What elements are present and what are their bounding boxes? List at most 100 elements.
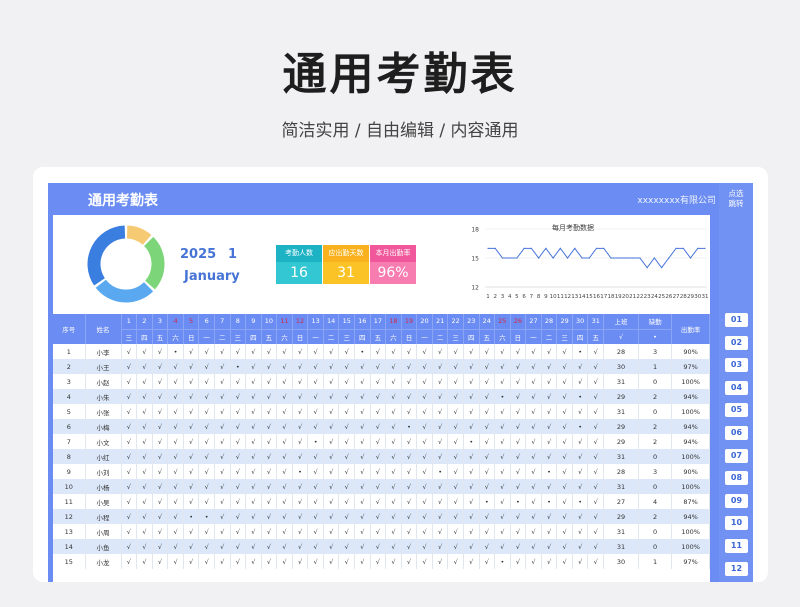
cell-attendance-mark[interactable]: √ (167, 524, 184, 539)
cell-attendance-mark[interactable]: √ (121, 359, 138, 374)
cell-attendance-mark[interactable]: √ (152, 404, 169, 419)
cell-attendance-mark[interactable]: √ (152, 509, 169, 524)
cell-attendance-mark[interactable]: √ (276, 389, 293, 404)
cell-attendance-mark[interactable]: √ (214, 344, 231, 359)
cell-attendance-mark[interactable]: √ (510, 404, 527, 419)
cell-attendance-mark[interactable]: √ (167, 509, 184, 524)
jump-button-01[interactable]: 01 (725, 313, 748, 327)
cell-attendance-mark[interactable]: √ (198, 374, 215, 389)
cell-attendance-mark[interactable]: √ (354, 404, 371, 419)
cell-attendance-mark[interactable]: √ (479, 389, 496, 404)
cell-attendance-mark[interactable]: √ (198, 494, 215, 509)
cell-attendance-mark[interactable]: √ (323, 449, 340, 464)
cell-attendance-mark[interactable]: √ (572, 404, 589, 419)
cell-attendance-mark[interactable]: √ (307, 464, 324, 479)
cell-attendance-mark[interactable]: √ (401, 464, 418, 479)
cell-attendance-mark[interactable]: √ (432, 554, 449, 569)
cell-attendance-mark[interactable]: √ (307, 509, 324, 524)
cell-attendance-mark[interactable]: √ (307, 494, 324, 509)
cell-attendance-mark[interactable]: √ (167, 434, 184, 449)
cell-attendance-mark[interactable]: √ (136, 509, 153, 524)
cell-attendance-mark[interactable]: √ (416, 509, 433, 524)
cell-attendance-mark[interactable]: √ (447, 344, 464, 359)
cell-attendance-mark[interactable]: √ (167, 479, 184, 494)
cell-attendance-mark[interactable]: √ (323, 539, 340, 554)
cell-attendance-mark[interactable]: √ (292, 494, 309, 509)
cell-attendance-mark[interactable]: √ (432, 419, 449, 434)
cell-attendance-mark[interactable]: √ (385, 389, 402, 404)
cell-attendance-mark[interactable]: √ (183, 344, 200, 359)
cell-attendance-mark[interactable]: √ (385, 404, 402, 419)
cell-attendance-mark[interactable]: √ (152, 494, 169, 509)
cell-attendance-mark[interactable]: √ (370, 524, 387, 539)
cell-attendance-mark[interactable]: √ (338, 404, 356, 419)
cell-attendance-mark[interactable]: √ (401, 539, 418, 554)
cell-name[interactable]: 小李 (85, 344, 122, 359)
cell-attendance-mark[interactable]: √ (261, 449, 278, 464)
cell-attendance-mark[interactable]: √ (307, 344, 324, 359)
cell-attendance-mark[interactable]: √ (245, 464, 262, 479)
cell-attendance-mark[interactable]: • (167, 344, 184, 359)
cell-attendance-mark[interactable]: √ (494, 449, 511, 464)
cell-attendance-mark[interactable]: √ (541, 389, 558, 404)
cell-attendance-mark[interactable]: √ (338, 449, 356, 464)
cell-attendance-mark[interactable]: √ (292, 449, 309, 464)
cell-attendance-mark[interactable]: √ (463, 389, 480, 404)
cell-attendance-mark[interactable]: √ (587, 344, 605, 359)
jump-button-07[interactable]: 07 (725, 448, 748, 463)
cell-attendance-mark[interactable]: √ (230, 419, 247, 434)
cell-attendance-mark[interactable]: √ (416, 419, 433, 434)
cell-attendance-mark[interactable]: √ (525, 524, 542, 539)
cell-attendance-mark[interactable]: √ (307, 404, 324, 419)
cell-attendance-mark[interactable]: √ (261, 539, 278, 554)
cell-name[interactable]: 小朱 (85, 389, 122, 404)
cell-attendance-mark[interactable]: √ (510, 359, 527, 374)
cell-attendance-mark[interactable]: √ (338, 389, 356, 404)
cell-attendance-mark[interactable]: √ (479, 359, 496, 374)
cell-attendance-mark[interactable]: √ (152, 539, 169, 554)
cell-attendance-mark[interactable]: √ (479, 509, 496, 524)
cell-attendance-mark[interactable]: √ (541, 449, 558, 464)
cell-attendance-mark[interactable]: √ (323, 434, 340, 449)
cell-attendance-mark[interactable]: √ (276, 359, 293, 374)
cell-attendance-mark[interactable]: √ (307, 554, 324, 569)
cell-attendance-mark[interactable]: √ (385, 344, 402, 359)
cell-attendance-mark[interactable]: √ (198, 554, 215, 569)
cell-attendance-mark[interactable]: √ (494, 344, 511, 359)
cell-attendance-mark[interactable]: √ (385, 374, 402, 389)
cell-attendance-mark[interactable]: √ (416, 479, 433, 494)
cell-attendance-mark[interactable]: √ (323, 524, 340, 539)
cell-attendance-mark[interactable]: √ (416, 539, 433, 554)
cell-attendance-mark[interactable]: √ (572, 554, 589, 569)
cell-attendance-mark[interactable]: √ (463, 419, 480, 434)
cell-attendance-mark[interactable]: • (510, 494, 527, 509)
cell-attendance-mark[interactable]: √ (370, 464, 387, 479)
cell-attendance-mark[interactable]: √ (121, 539, 138, 554)
cell-name[interactable]: 小文 (85, 434, 122, 449)
cell-attendance-mark[interactable]: √ (245, 389, 262, 404)
cell-attendance-mark[interactable]: √ (432, 344, 449, 359)
cell-attendance-mark[interactable]: √ (510, 479, 527, 494)
cell-attendance-mark[interactable]: √ (587, 449, 605, 464)
cell-attendance-mark[interactable]: √ (261, 524, 278, 539)
cell-attendance-mark[interactable]: √ (556, 449, 573, 464)
cell-attendance-mark[interactable]: √ (230, 374, 247, 389)
cell-attendance-mark[interactable]: √ (323, 554, 340, 569)
cell-attendance-mark[interactable]: √ (447, 464, 464, 479)
cell-attendance-mark[interactable]: √ (385, 434, 402, 449)
cell-attendance-mark[interactable]: √ (463, 359, 480, 374)
cell-attendance-mark[interactable]: √ (152, 344, 169, 359)
cell-attendance-mark[interactable]: √ (556, 509, 573, 524)
cell-attendance-mark[interactable]: √ (292, 404, 309, 419)
cell-attendance-mark[interactable]: √ (432, 404, 449, 419)
cell-attendance-mark[interactable]: √ (525, 434, 542, 449)
cell-attendance-mark[interactable]: √ (323, 374, 340, 389)
cell-attendance-mark[interactable]: • (494, 389, 511, 404)
cell-attendance-mark[interactable]: √ (214, 479, 231, 494)
cell-attendance-mark[interactable]: √ (447, 434, 464, 449)
cell-name[interactable]: 小梅 (85, 419, 122, 434)
cell-attendance-mark[interactable]: √ (479, 554, 496, 569)
cell-attendance-mark[interactable]: • (307, 434, 324, 449)
cell-attendance-mark[interactable]: √ (338, 359, 356, 374)
cell-attendance-mark[interactable]: √ (261, 344, 278, 359)
